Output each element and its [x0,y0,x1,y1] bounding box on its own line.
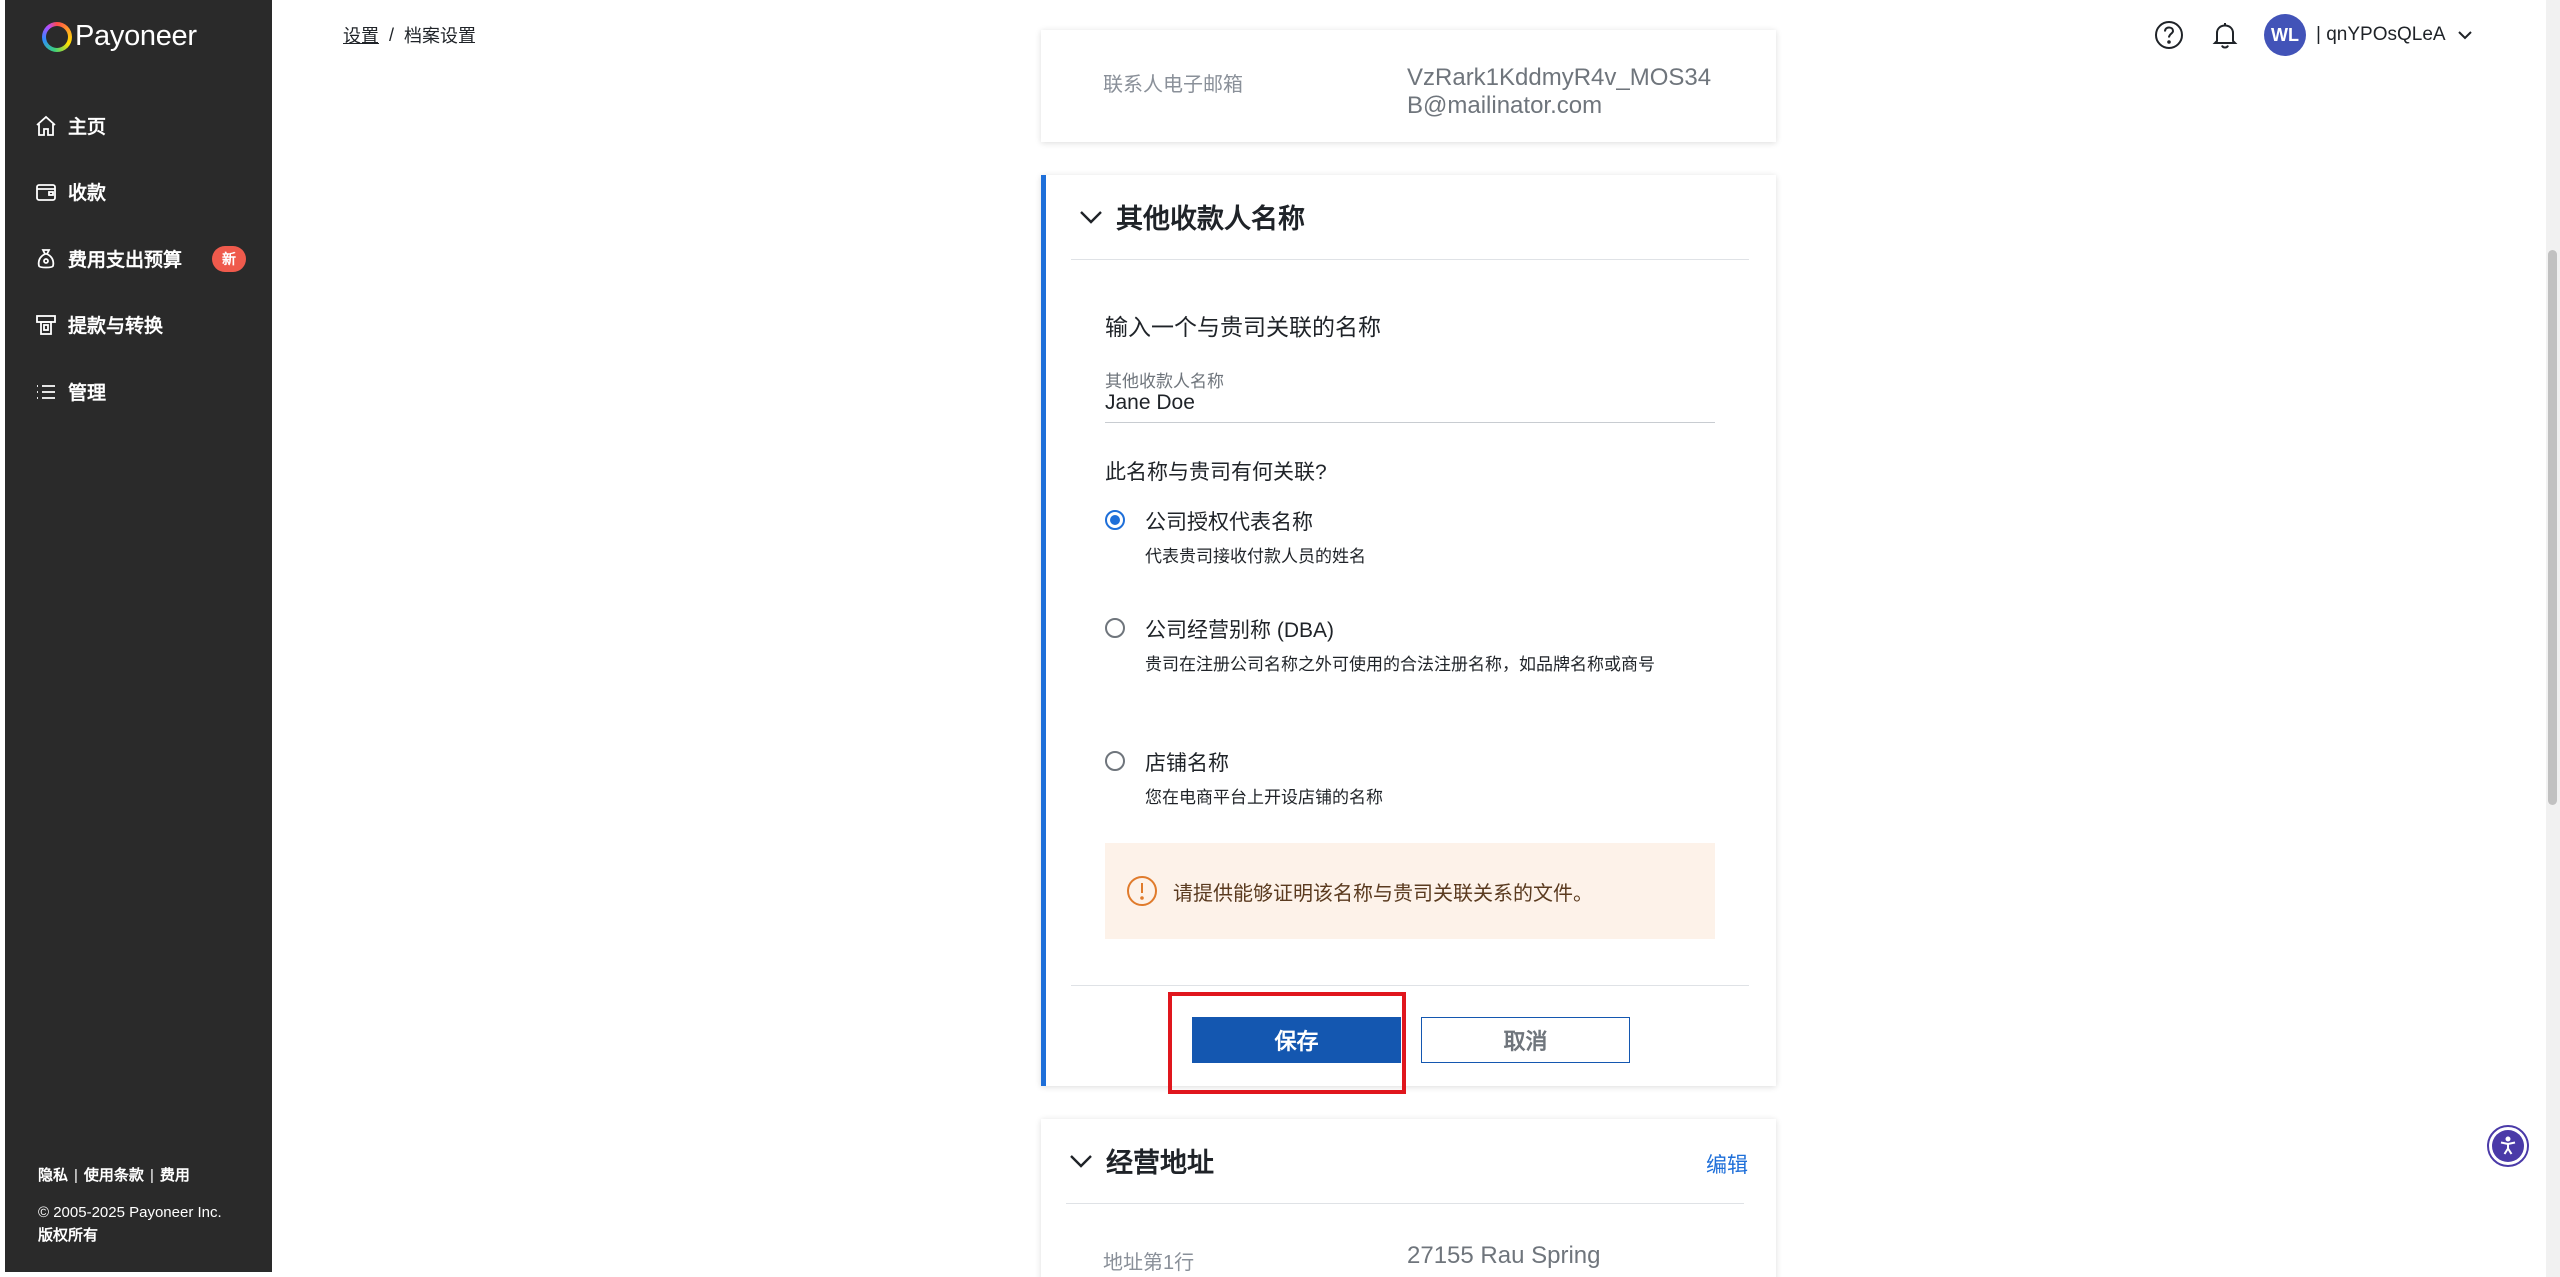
business-address-section-header[interactable]: 经营地址 [1066,1141,1214,1180]
radio-option-store-name[interactable]: 店铺名称 您在电商平台上开设店铺的名称 [1105,747,1705,810]
notice-text: 请提供能够证明该名称与贵司关联关系的文件。 [1173,882,1593,905]
breadcrumb: 设置 / 档案设置 [343,22,476,48]
radio-option-authorized-rep[interactable]: 公司授权代表名称 代表贵司接收付款人员的姓名 [1105,506,1705,569]
warning-icon [1127,876,1157,906]
contact-email-value: VzRark1KddmyR4v_MOS34B@mailinator.com [1407,64,1712,119]
copyright-text: © 2005-2025 Payoneer Inc. [38,1204,222,1221]
accessibility-icon [2500,1136,2516,1155]
footer-separator: | [149,1167,154,1184]
user-name: | qnYPOsQLeA [2316,24,2446,45]
list-icon [37,384,55,399]
divider [1071,985,1749,986]
header-actions: WL | qnYPOsQLeA [2152,14,2474,56]
breadcrumb-settings-link[interactable]: 设置 [343,22,379,48]
accessibility-icon-wrap [2492,1130,2524,1162]
sidebar-item-manage[interactable]: 管理 [34,378,106,405]
radio-title: 店铺名称 [1145,752,1229,775]
contact-email-label: 联系人电子邮箱 [1103,74,1243,96]
chevron-down-icon [1070,1154,1092,1168]
money-bag-icon [37,248,55,268]
footer-separator: | [74,1167,78,1184]
sidebar-item-spend-budget[interactable]: 费用支出预算 新 [34,245,247,272]
address-line1-label: 地址第1行 [1103,1252,1195,1274]
user-menu[interactable]: | qnYPOsQLeA [2316,24,2474,46]
notifications-button[interactable] [2208,18,2242,52]
rights-text: 版权所有 [38,1227,99,1244]
withdraw-icon [36,314,56,335]
sidebar-footer: 隐私 | 使用条款 | 费用 © 2005-2025 Payoneer Inc. 版权所… [38,1164,222,1247]
section-title: 其他收款人名称 [1116,204,1305,234]
divider [1066,1203,1744,1204]
other-payee-card: 其他收款人名称 输入一个与贵司关联的名称 其他收款人名称 Jane Doe 此名… [1041,175,1776,1086]
radio-button-checked[interactable] [1105,510,1125,530]
cancel-button[interactable]: 取消 [1421,1017,1630,1063]
sidebar-item-label: 管理 [68,383,107,404]
sidebar-item-home[interactable]: 主页 [34,112,106,139]
footer-links: 隐私 | 使用条款 | 费用 [38,1164,222,1187]
home-icon [36,115,56,136]
radio-title: 公司经营别称 (DBA) [1145,619,1334,642]
help-icon [2155,21,2183,49]
help-button[interactable] [2152,18,2186,52]
fees-link[interactable]: 费用 [160,1167,190,1184]
privacy-link[interactable]: 隐私 [38,1167,68,1184]
other-payee-section-header[interactable]: 其他收款人名称 [1076,197,1305,236]
relation-question: 此名称与贵司有何关联? [1105,461,1327,484]
chevron-down-icon [2457,31,2472,40]
logo-text: Payoneer [75,20,197,52]
prompt-text: 输入一个与贵司关联的名称 [1105,314,1381,340]
sidebar-item-withdraw[interactable]: 提款与转换 [34,311,163,338]
accessibility-button[interactable] [2487,1125,2529,1167]
edit-address-link[interactable]: 编辑 [1706,1149,1748,1179]
sidebar: Payoneer 主页 收款 费用支出预算 新 提款与转换 管理 隐私 | 使用条款… [5,0,272,1272]
sidebar-item-label: 主页 [68,117,107,138]
wallet-icon [36,183,56,201]
business-address-card: 经营地址 编辑 地址第1行 27155 Rau Spring [1041,1119,1776,1277]
radio-description: 贵司在注册公司名称之外可使用的合法注册名称，如品牌名称或商号 [1145,655,1655,674]
avatar[interactable]: WL [2264,14,2306,56]
document-notice: 请提供能够证明该名称与贵司关联关系的文件。 [1105,843,1715,939]
contact-email-card: 联系人电子邮箱 VzRark1KddmyR4v_MOS34B@mailinato… [1041,30,1776,142]
breadcrumb-current: 档案设置 [404,26,477,46]
save-button[interactable]: 保存 [1192,1017,1401,1063]
radio-option-dba[interactable]: 公司经营别称 (DBA) 贵司在注册公司名称之外可使用的合法注册名称，如品牌名称… [1105,614,1705,677]
address-line1-value: 27155 Rau Spring [1407,1242,1601,1269]
payoneer-logo[interactable]: Payoneer [42,20,197,53]
logo-ring-icon [42,21,72,52]
bell-icon [2212,23,2238,49]
payee-name-input[interactable]: Jane Doe [1105,389,1715,423]
sidebar-item-label: 费用支出预算 [68,250,183,271]
radio-description: 您在电商平台上开设店铺的名称 [1145,788,1383,807]
scrollbar-thumb[interactable] [2548,250,2557,805]
breadcrumb-separator: / [389,24,395,45]
radio-title: 公司授权代表名称 [1145,511,1313,534]
divider [1071,259,1749,260]
sidebar-item-label: 收款 [68,183,107,204]
terms-link[interactable]: 使用条款 [84,1167,144,1184]
radio-button[interactable] [1105,751,1125,771]
chevron-down-icon [1080,210,1102,224]
radio-button[interactable] [1105,618,1125,638]
sidebar-item-receive[interactable]: 收款 [34,178,106,205]
new-badge: 新 [212,245,247,272]
radio-description: 代表贵司接收付款人员的姓名 [1145,547,1366,566]
sidebar-item-label: 提款与转换 [68,316,164,337]
section-title: 经营地址 [1106,1148,1214,1178]
